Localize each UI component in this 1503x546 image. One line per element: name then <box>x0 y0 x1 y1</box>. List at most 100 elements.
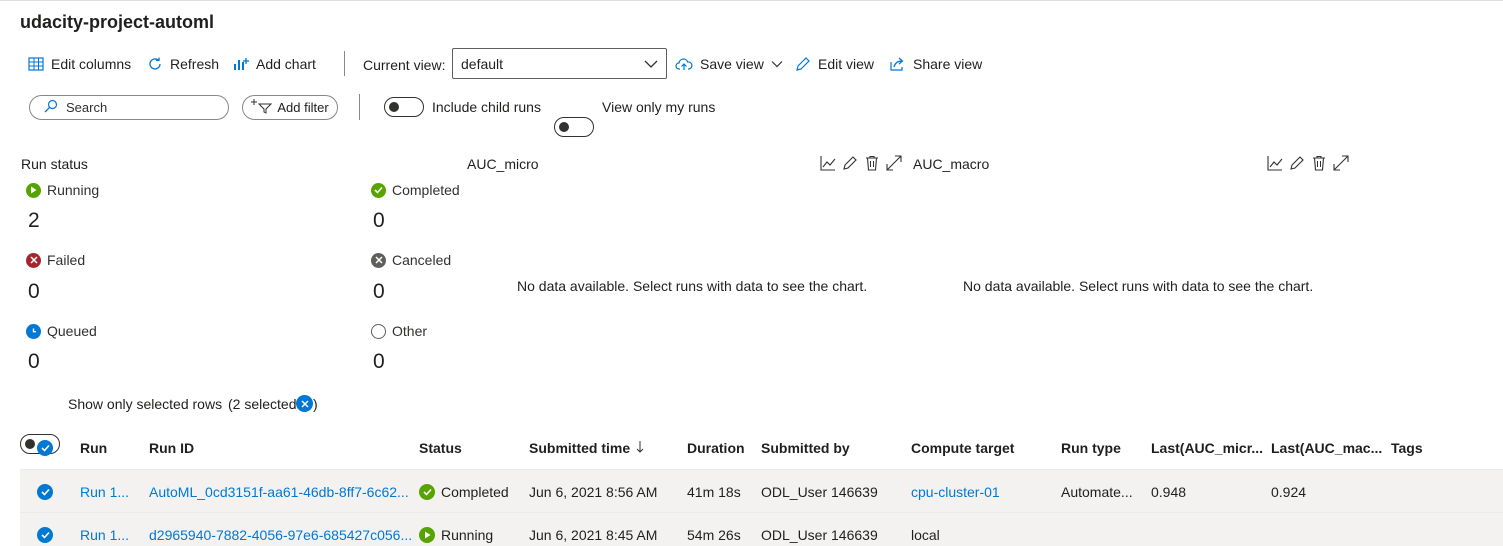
expand-icon[interactable] <box>1333 155 1349 174</box>
status-canceled-label: Canceled <box>392 252 452 268</box>
run-status-title: Run status <box>21 156 88 172</box>
status-other: Other <box>371 323 427 339</box>
col-tags[interactable]: Tags <box>1391 426 1423 469</box>
status-completed-label: Completed <box>392 182 460 198</box>
current-view-label: Current view: <box>363 57 446 73</box>
filter-add-icon <box>251 98 273 117</box>
run-id-link[interactable]: AutoML_0cd3151f-aa61-46db-8ff7-6c62... <box>149 470 409 513</box>
chart-auc-macro-tools <box>1267 155 1349 174</box>
save-view-button[interactable]: Save view <box>675 56 783 72</box>
duration: 41m 18s <box>687 483 741 500</box>
run-id-link[interactable]: d2965940-7882-4056-97e6-685427c056... <box>149 513 412 546</box>
table-row[interactable]: Run 1... d2965940-7882-4056-97e6-685427c… <box>20 512 1503 546</box>
pencil-icon[interactable] <box>842 155 858 174</box>
chart-auc-micro-empty-message: No data available. Select runs with data… <box>517 278 868 294</box>
cancel-icon <box>371 252 386 268</box>
status-queued: Queued <box>26 323 97 339</box>
submitted-by: ODL_User 146639 <box>761 483 878 500</box>
share-view-label: Share view <box>913 56 983 72</box>
status-canceled: Canceled <box>371 252 451 268</box>
submitted-time: Jun 6, 2021 8:45 AM <box>529 526 658 543</box>
table-icon <box>28 56 44 72</box>
view-only-my-runs-toggle[interactable] <box>554 117 594 137</box>
pencil-icon <box>795 56 811 72</box>
chart-auc-macro-title: AUC_macro <box>913 156 990 172</box>
status-running-count: 2 <box>28 209 40 232</box>
run-type: Automate... <box>1061 483 1133 500</box>
checkmark-icon <box>419 483 435 500</box>
status-failed-count: 0 <box>28 280 40 303</box>
delete-icon[interactable] <box>864 155 880 174</box>
clock-icon <box>26 323 41 339</box>
col-run-id[interactable]: Run ID <box>149 426 194 469</box>
refresh-button[interactable]: Refresh <box>147 56 219 72</box>
checkmark-icon <box>371 182 386 198</box>
line-chart-icon[interactable] <box>820 155 836 174</box>
col-last-auc-macro[interactable]: Last(AUC_mac... <box>1271 426 1382 469</box>
duration: 54m 26s <box>687 526 741 543</box>
include-child-runs-label: Include child runs <box>432 99 541 115</box>
pencil-icon[interactable] <box>1289 155 1305 174</box>
selected-count: (2 selected <box>228 396 297 412</box>
status-completed: Completed <box>371 182 460 198</box>
chevron-down-icon <box>644 56 658 72</box>
filter-divider <box>359 94 360 120</box>
show-only-selected-label: Show only selected rows <box>68 396 223 412</box>
add-chart-button[interactable]: Add chart <box>233 56 316 72</box>
edit-view-label: Edit view <box>818 56 875 72</box>
page-title: udacity-project-automl <box>20 12 215 32</box>
edit-view-button[interactable]: Edit view <box>795 56 874 72</box>
row-checkbox[interactable] <box>37 470 53 513</box>
select-all-checkbox[interactable] <box>37 426 53 469</box>
table-row[interactable]: Run 1... AutoML_0cd3151f-aa61-46db-8ff7-… <box>20 469 1503 512</box>
edit-columns-button[interactable]: Edit columns <box>28 56 131 72</box>
col-run-type[interactable]: Run type <box>1061 426 1121 469</box>
col-duration[interactable]: Duration <box>687 426 745 469</box>
share-view-button[interactable]: Share view <box>889 56 982 72</box>
col-submitted-by[interactable]: Submitted by <box>761 426 850 469</box>
col-status[interactable]: Status <box>419 426 462 469</box>
line-chart-icon[interactable] <box>1267 155 1283 174</box>
current-view-select[interactable]: default <box>452 48 667 79</box>
compute-target-link[interactable]: cpu-cluster-01 <box>911 470 1000 513</box>
play-icon <box>419 526 435 543</box>
submitted-time: Jun 6, 2021 8:56 AM <box>529 483 658 500</box>
status-running: Running <box>26 182 99 198</box>
expand-icon[interactable] <box>886 155 902 174</box>
current-view-value: default <box>461 55 504 72</box>
checkmark-icon <box>37 483 53 500</box>
run-status: Completed <box>419 470 509 513</box>
table-header: Run Run ID Status Submitted time Duratio… <box>20 426 1503 469</box>
status-completed-count: 0 <box>373 209 385 232</box>
col-compute-target[interactable]: Compute target <box>911 426 1014 469</box>
last-auc-micro: 0.948 <box>1151 483 1187 500</box>
col-last-auc-micro[interactable]: Last(AUC_micr... <box>1151 426 1263 469</box>
bar-chart-icon <box>233 56 249 72</box>
add-filter-button[interactable]: Add filter <box>242 95 338 120</box>
run-name-link[interactable]: Run 1... <box>80 470 129 513</box>
checkmark-icon <box>37 526 53 543</box>
save-view-label: Save view <box>700 56 764 72</box>
col-run[interactable]: Run <box>80 426 107 469</box>
last-auc-macro: 0.924 <box>1271 483 1307 500</box>
status-other-count: 0 <box>373 350 385 373</box>
include-child-runs-toggle[interactable] <box>384 97 424 117</box>
edit-columns-label: Edit columns <box>51 56 132 72</box>
status-canceled-count: 0 <box>373 280 385 303</box>
status-queued-count: 0 <box>28 350 40 373</box>
refresh-icon <box>147 56 163 72</box>
run-name-link[interactable]: Run 1... <box>80 513 129 546</box>
clear-selection-icon[interactable] <box>296 395 313 412</box>
search-input[interactable]: Search <box>29 95 229 120</box>
status-other-label: Other <box>392 323 428 339</box>
toolbar-divider <box>344 51 345 76</box>
chart-auc-micro-title: AUC_micro <box>467 156 539 172</box>
status-failed: Failed <box>26 252 85 268</box>
col-submitted-time[interactable]: Submitted time <box>529 426 644 469</box>
sort-descending-icon <box>636 440 644 456</box>
circle-outline-icon <box>371 323 386 339</box>
top-border <box>0 0 1503 1</box>
row-checkbox[interactable] <box>37 513 53 546</box>
delete-icon[interactable] <box>1311 155 1327 174</box>
checkmark-icon <box>37 439 53 456</box>
